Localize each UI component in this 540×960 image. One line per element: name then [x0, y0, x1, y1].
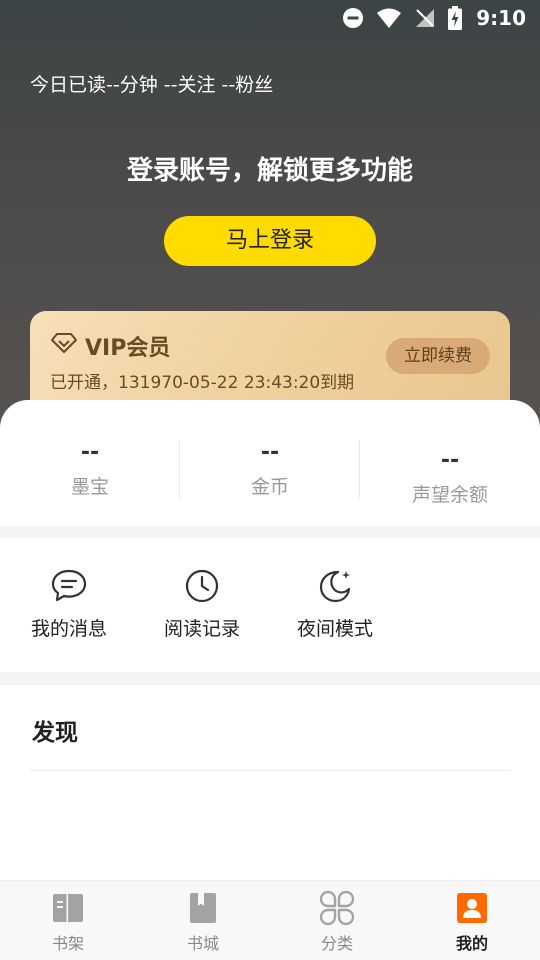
stat-label: 墨宝: [70, 476, 109, 498]
status-bar: 9:10: [0, 0, 540, 36]
stat-label: 金币: [250, 476, 289, 498]
reading-history-button[interactable]: 阅读记录: [147, 568, 257, 641]
tools-panel: 我的消息 阅读记录 夜间模式: [0, 538, 540, 672]
stat-value: --: [440, 448, 460, 473]
renew-button[interactable]: 立即续费: [386, 338, 490, 374]
status-time: 9:10: [476, 6, 526, 30]
category-icon: [287, 891, 387, 925]
vip-expiry-text: 已开通，131970-05-22 23:43:20到期: [50, 373, 355, 393]
my-messages-button[interactable]: 我的消息: [14, 568, 124, 641]
do-not-disturb-icon: [342, 7, 364, 29]
bookshelf-icon: [18, 891, 118, 925]
tool-label: 阅读记录: [163, 618, 240, 640]
tab-profile[interactable]: 我的: [422, 891, 522, 954]
tab-label: 书架: [51, 934, 84, 953]
divider: [30, 770, 510, 771]
message-icon: [14, 568, 124, 604]
tab-bookstore[interactable]: 书城: [153, 891, 253, 954]
discover-panel: 发现: [0, 685, 540, 880]
vip-title: VIP会员: [85, 336, 171, 361]
account-stats-panel: -- 墨宝 -- 金币 -- 声望余额: [0, 400, 540, 526]
clock-icon: [147, 568, 257, 604]
tool-label: 夜间模式: [296, 618, 373, 640]
login-button[interactable]: 马上登录: [164, 216, 376, 266]
no-signal-icon: [414, 7, 436, 29]
bottom-tab-bar: 书架 书城 分类 我的: [0, 880, 540, 960]
tab-category[interactable]: 分类: [287, 891, 387, 954]
stat-value: --: [260, 440, 280, 465]
stat-value: --: [80, 440, 100, 465]
bookstore-icon: [153, 891, 253, 925]
stat-label: 声望余额: [411, 484, 488, 506]
login-prompt-title: 登录账号，解锁更多功能: [126, 156, 413, 186]
discover-title: 发现: [32, 720, 78, 746]
tab-label: 我的: [455, 934, 488, 953]
profile-icon: [422, 891, 522, 925]
tab-label: 书城: [186, 934, 219, 953]
tab-label: 分类: [320, 934, 353, 953]
moon-icon: [280, 568, 390, 604]
diamond-icon: [50, 332, 78, 358]
night-mode-button[interactable]: 夜间模式: [280, 568, 390, 641]
tool-label: 我的消息: [30, 618, 107, 640]
stat-reputation[interactable]: -- 声望余额: [360, 448, 540, 507]
stat-mobao[interactable]: -- 墨宝: [0, 440, 180, 499]
tab-bookshelf[interactable]: 书架: [18, 891, 118, 954]
battery-charging-icon: [448, 6, 463, 30]
stat-coins[interactable]: -- 金币: [180, 440, 360, 499]
reading-stats-line: 今日已读--分钟 --关注 --粉丝: [30, 74, 274, 96]
wifi-icon: [376, 7, 402, 29]
